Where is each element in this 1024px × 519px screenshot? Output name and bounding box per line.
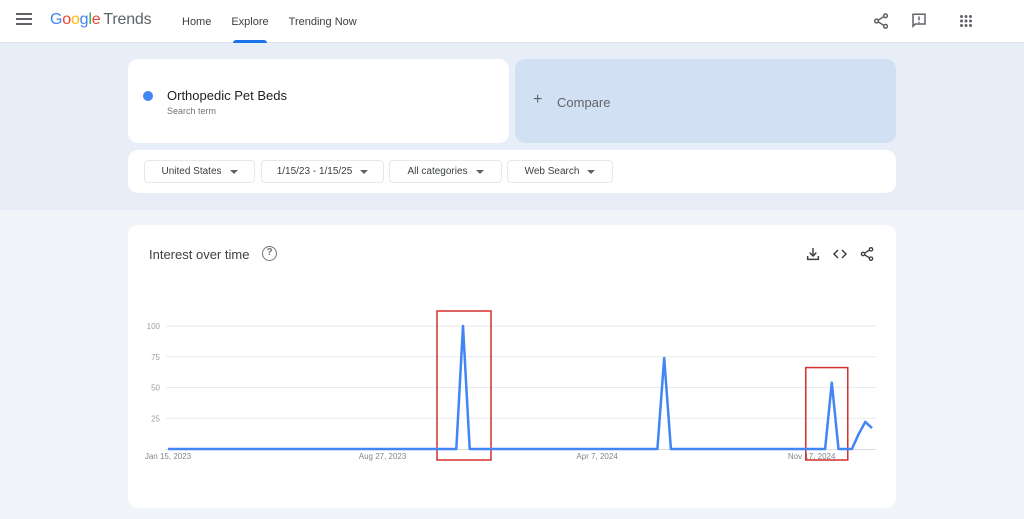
y-tick-label-100: 100 <box>147 322 161 331</box>
chart-gridlines <box>166 325 876 450</box>
chart-annotations <box>436 310 849 461</box>
interest-line-chart: 25 50 75 100 Jan 15, 2023 Aug 27, 2023 Apr 7,… <box>145 310 876 461</box>
x-tick-label-1: Aug 27, 2023 <box>359 452 407 461</box>
y-tick-label-50: 50 <box>151 384 160 393</box>
y-tick-label-75: 75 <box>151 353 160 362</box>
x-tick-label-0: Jan 15, 2023 <box>145 452 192 461</box>
highlight-box-1 <box>805 366 849 461</box>
x-tick-label-2: Apr 7, 2024 <box>576 452 618 461</box>
y-tick-label-25: 25 <box>151 414 160 423</box>
y-axis-labels: 25 50 75 100 <box>147 322 161 423</box>
